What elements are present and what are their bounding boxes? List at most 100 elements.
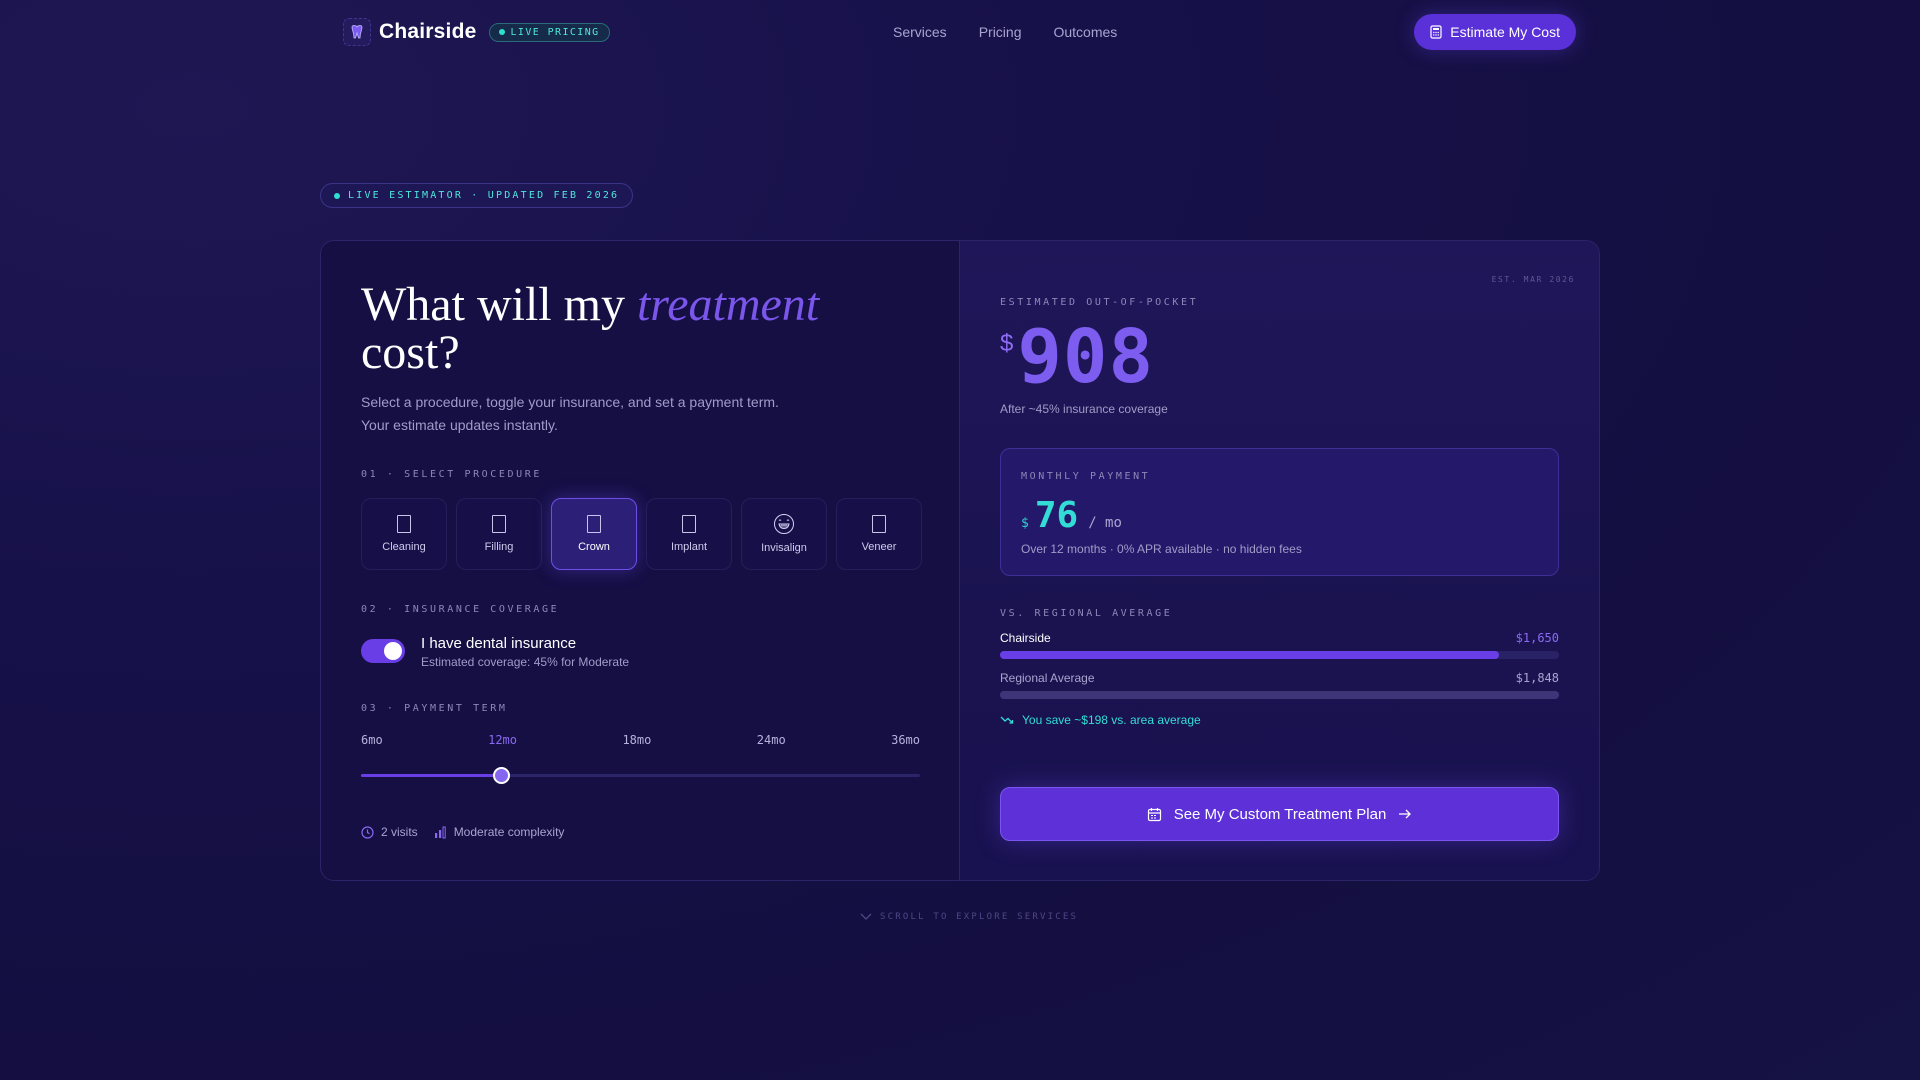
term-12mo[interactable]: 12mo xyxy=(488,733,517,747)
implant-icon xyxy=(682,515,696,533)
price-amount: 908 xyxy=(1017,314,1155,400)
estimated-out-of-pocket-label: ESTIMATED OUT-OF-POCKET xyxy=(1000,297,1199,308)
see-treatment-plan-button[interactable]: See My Custom Treatment Plan xyxy=(1000,787,1559,841)
comparison-row-regional: Regional Average $1,848 xyxy=(1000,671,1559,699)
estimator-card: What will my treatment cost? Select a pr… xyxy=(320,240,1600,881)
comparison-bar-regional xyxy=(1000,691,1559,699)
procedure-invisalign[interactable]: Invisalign xyxy=(741,498,827,570)
procedure-label: Implant xyxy=(670,541,708,553)
monthly-currency: $ xyxy=(1021,516,1029,531)
chevron-down-icon xyxy=(860,913,872,920)
visits-meta: 2 visits xyxy=(361,825,418,839)
crown-icon xyxy=(587,515,601,533)
coverage-note: After ~45% insurance coverage xyxy=(1000,402,1168,416)
monthly-payment-value: $ 76 / mo xyxy=(1021,498,1538,534)
headline-part-2: cost? xyxy=(361,326,460,379)
comparison-value: $1,848 xyxy=(1515,671,1559,685)
scroll-hint-label: SCROLL TO EXPLORE SERVICES xyxy=(880,912,1079,922)
savings-note: You save ~$198 vs. area average xyxy=(1000,713,1559,727)
insurance-toggle[interactable] xyxy=(361,639,405,663)
payment-term-labels: 6mo 12mo 18mo 24mo 36mo xyxy=(361,733,920,747)
comparison-name: Regional Average xyxy=(1000,671,1095,685)
procedure-filling[interactable]: Filling xyxy=(456,498,542,570)
insurance-coverage-text: Estimated coverage: 45% for Moderate xyxy=(421,655,630,669)
nav-link-pricing[interactable]: Pricing xyxy=(979,24,1022,40)
comparison-bar-track xyxy=(1000,691,1559,699)
treatment-plan-label: See My Custom Treatment Plan xyxy=(1173,805,1387,823)
vs-regional-label: VS. REGIONAL AVERAGE xyxy=(1000,608,1173,619)
tooth-logo-icon xyxy=(343,18,371,46)
insurance-text: I have dental insurance Estimated covera… xyxy=(421,635,629,669)
trend-down-icon xyxy=(1000,716,1014,724)
section-label-payment-term: 03 · PAYMENT TERM xyxy=(361,703,508,714)
section-label-insurance: 02 · INSURANCE COVERAGE xyxy=(361,604,560,615)
procedure-cleaning[interactable]: Cleaning xyxy=(361,498,447,570)
regional-comparison: VS. REGIONAL AVERAGE Chairside $1,650 Re… xyxy=(1000,608,1559,727)
procedure-label: Cleaning xyxy=(382,541,426,553)
insurance-title: I have dental insurance xyxy=(421,635,577,652)
term-18mo[interactable]: 18mo xyxy=(622,733,651,747)
veneer-icon xyxy=(872,515,886,533)
procedure-selector: Cleaning Filling Crown Implant Invisalig… xyxy=(361,498,922,570)
top-nav: Chairside LIVE PRICING Services Pricing … xyxy=(343,14,1576,50)
estimate-my-cost-button[interactable]: Estimate My Cost xyxy=(1414,14,1576,50)
complexity-label: Moderate complexity xyxy=(453,825,565,839)
nav-link-services[interactable]: Services xyxy=(893,24,947,40)
monthly-payment-label: MONTHLY PAYMENT xyxy=(1021,471,1151,482)
grinning-face-icon xyxy=(774,514,794,534)
brand-name: Chairside xyxy=(379,20,477,43)
monthly-terms-note: Over 12 months · 0% APR available · no h… xyxy=(1021,542,1302,556)
procedure-implant[interactable]: Implant xyxy=(646,498,732,570)
live-pricing-badge: LIVE PRICING xyxy=(488,22,610,42)
live-dot-icon xyxy=(498,29,505,35)
comparison-bar-chairside xyxy=(1000,651,1499,659)
procedure-crown[interactable]: Crown xyxy=(551,498,637,570)
term-36mo[interactable]: 36mo xyxy=(891,733,920,747)
procedure-label: Filling xyxy=(484,541,514,553)
procedure-label: Veneer xyxy=(861,541,897,553)
live-dot-icon xyxy=(334,192,340,199)
scroll-hint[interactable]: SCROLL TO EXPLORE SERVICES xyxy=(860,912,1078,922)
page-title: What will my treatment cost? xyxy=(361,281,919,377)
arrow-right-icon xyxy=(1399,809,1412,819)
monthly-unit: / mo xyxy=(1088,515,1122,531)
term-24mo[interactable]: 24mo xyxy=(757,733,786,747)
price-currency: $ xyxy=(1000,330,1014,357)
bar-chart-icon xyxy=(434,826,446,838)
clock-icon xyxy=(361,825,374,839)
headline-subtext: Select a procedure, toggle your insuranc… xyxy=(361,394,779,433)
calculator-icon xyxy=(1430,25,1442,39)
comparison-row-chairside: Chairside $1,650 xyxy=(1000,631,1559,659)
section-label-procedure: 01 · SELECT PROCEDURE xyxy=(361,469,543,480)
procedure-meta: 2 visits Moderate complexity xyxy=(361,825,564,839)
term-6mo[interactable]: 6mo xyxy=(361,733,383,747)
estimator-controls: What will my treatment cost? Select a pr… xyxy=(321,241,960,880)
filling-icon xyxy=(492,515,506,533)
live-estimator-label: LIVE ESTIMATOR · UPDATED FEB 2026 xyxy=(348,190,620,201)
monthly-amount: 76 xyxy=(1034,495,1079,536)
complexity-meta: Moderate complexity xyxy=(434,825,565,839)
slider-thumb[interactable] xyxy=(492,767,510,784)
brand-logo[interactable]: Chairside xyxy=(343,18,477,46)
estimated-price: $ 908 xyxy=(1000,320,1559,394)
procedure-veneer[interactable]: Veneer xyxy=(836,498,922,570)
estimate-summary: EST. MAR 2026 ESTIMATED OUT-OF-POCKET $ … xyxy=(960,241,1599,880)
headline-part-1: What will my xyxy=(361,278,637,331)
procedure-label: Crown xyxy=(578,541,610,553)
payment-term-slider[interactable] xyxy=(361,767,920,784)
procedure-label: Invisalign xyxy=(761,542,807,554)
comparison-name: Chairside xyxy=(1000,631,1051,645)
insurance-row: I have dental insurance Estimated covera… xyxy=(361,635,629,669)
slider-fill xyxy=(361,774,501,777)
calendar-icon xyxy=(1147,807,1161,821)
toggle-knob xyxy=(384,642,402,660)
nav-links: Services Pricing Outcomes xyxy=(893,24,1117,40)
visits-label: 2 visits xyxy=(381,825,418,839)
estimate-my-cost-label: Estimate My Cost xyxy=(1450,24,1560,40)
comparison-value: $1,650 xyxy=(1515,631,1559,645)
live-pricing-label: LIVE PRICING xyxy=(510,26,600,38)
nav-link-outcomes[interactable]: Outcomes xyxy=(1053,24,1117,40)
savings-text: You save ~$198 vs. area average xyxy=(1022,713,1201,727)
live-estimator-badge: LIVE ESTIMATOR · UPDATED FEB 2026 xyxy=(320,183,634,208)
monthly-payment-box: MONTHLY PAYMENT $ 76 / mo Over 12 months… xyxy=(1000,448,1559,576)
